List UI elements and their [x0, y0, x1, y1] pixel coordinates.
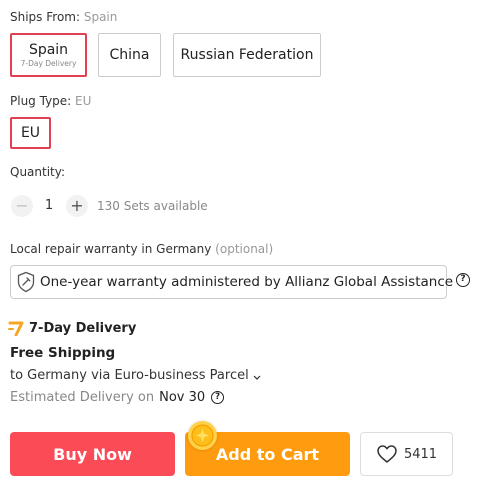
option-label: EU [20, 125, 41, 141]
estimated-delivery-row: Estimated Delivery on Nov 30 ? [10, 390, 225, 405]
buy-now-button[interactable]: Buy Now [10, 432, 175, 476]
warranty-optional: (optional) [215, 242, 274, 256]
ships-from-label: Ships From: [10, 10, 81, 24]
wishlist-count: 5411 [403, 446, 438, 462]
quantity-value[interactable]: 1 [38, 198, 60, 213]
estimated-delivery-label: Estimated Delivery on [10, 390, 155, 405]
free-shipping-title: Free Shipping [10, 345, 116, 361]
estimated-delivery-date: Nov 30 [159, 390, 206, 405]
quantity-decrease-button[interactable]: − [11, 195, 33, 217]
wishlist-button[interactable]: 5411 [360, 432, 453, 476]
quantity-label: Quantity: [10, 165, 66, 179]
warranty-option-text: One-year warranty administered by Allian… [40, 274, 454, 290]
quantity-increase-button[interactable]: + [66, 195, 88, 217]
ships-from-option-russian-federation[interactable]: Russian Federation [173, 33, 321, 77]
option-label: Russian Federation [180, 47, 314, 63]
shield-icon [16, 271, 36, 293]
delivery-badge: 7-Day Delivery [8, 320, 137, 337]
shipping-detail: to Germany via Euro-business Parcel [10, 368, 249, 383]
warranty-option[interactable]: One-year warranty administered by Allian… [10, 265, 453, 299]
plug-type-label-row: Plug Type: EU [10, 94, 91, 108]
ships-from-value: Spain [83, 10, 118, 24]
plug-type-option-eu[interactable]: EU [10, 117, 51, 149]
fast-delivery-icon [8, 320, 26, 337]
delivery-badge-text: 7-Day Delivery [29, 320, 137, 336]
warranty-label-row: Local repair warranty in Germany (option… [10, 242, 273, 256]
delivery-help-icon[interactable]: ? [211, 391, 225, 404]
plug-type-label: Plug Type: [10, 94, 72, 108]
option-label: China [109, 47, 150, 63]
quantity-available: 130 Sets available [97, 199, 208, 213]
ships-from-option-spain[interactable]: Spain 7-Day Delivery [10, 33, 87, 77]
chevron-down-icon [253, 366, 261, 385]
ships-from-label-row: Ships From: Spain [10, 10, 117, 24]
ships-from-option-china[interactable]: China [98, 33, 161, 77]
plug-type-value: EU [75, 94, 92, 108]
warranty-label: Local repair warranty in Germany [10, 242, 212, 256]
option-label: Spain [28, 41, 69, 58]
warranty-help-icon[interactable]: ? [456, 273, 470, 287]
heart-icon [376, 444, 398, 464]
shipping-method-selector[interactable]: to Germany via Euro-business Parcel [10, 366, 261, 385]
coin-badge-icon [188, 421, 217, 450]
option-sublabel: 7-Day Delivery [20, 58, 77, 68]
